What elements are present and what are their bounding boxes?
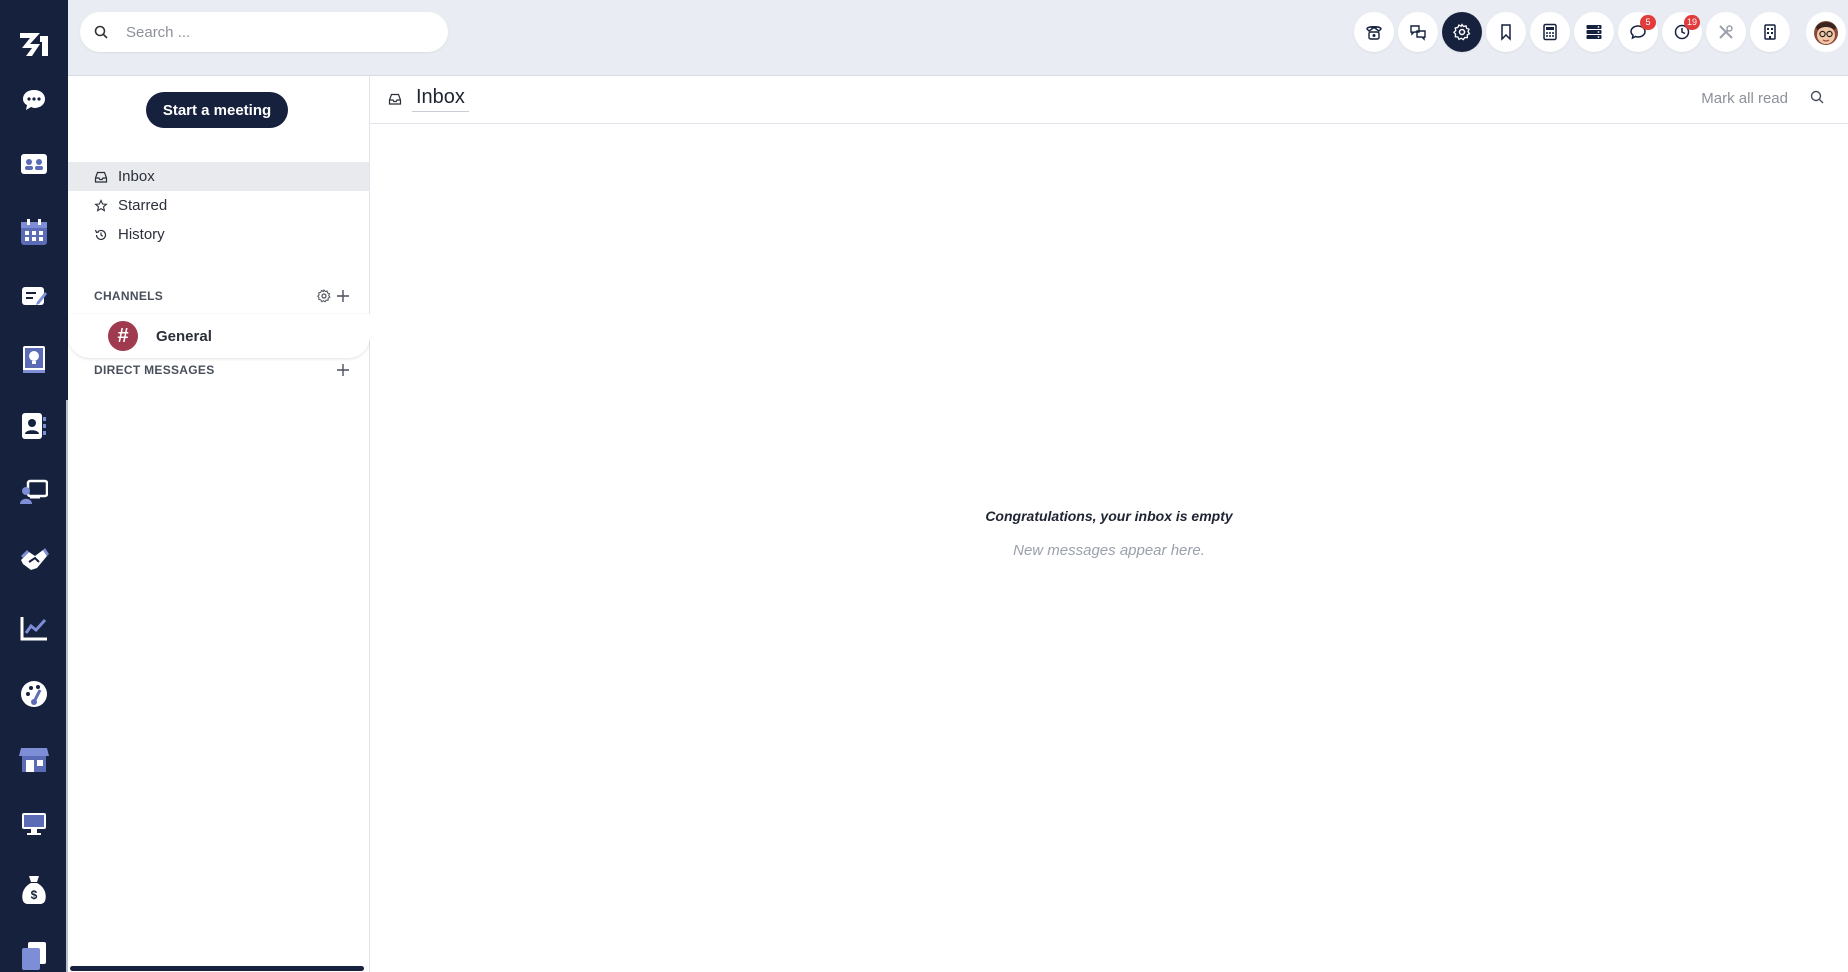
thread-header: Inbox Mark all read (370, 76, 1848, 124)
app-rail: $ (0, 0, 69, 972)
sidebar-item-history[interactable]: History (68, 220, 369, 249)
knowledge-icon[interactable] (18, 344, 50, 376)
direct-messages-section-title: DIRECT MESSAGES (94, 363, 215, 377)
phone-button[interactable] (1354, 12, 1394, 52)
messages-button[interactable]: 5 (1618, 12, 1658, 52)
sidebar-item-label: Starred (118, 197, 168, 214)
main-panel: Inbox Mark all read Congratulations, you… (370, 76, 1848, 972)
sidebar-item-starred[interactable]: Starred (68, 191, 369, 220)
sidebar-item-label: History (118, 226, 165, 243)
handshake-icon[interactable] (18, 544, 50, 576)
server-icon (1586, 25, 1602, 39)
channel-item-general[interactable]: # General (68, 314, 370, 358)
app-logo[interactable] (18, 30, 50, 58)
svg-text:$: $ (31, 888, 38, 902)
sidebar-item-label: Inbox (118, 168, 155, 185)
start-meeting-button[interactable]: Start a meeting (146, 92, 288, 128)
activity-badge: 19 (1683, 15, 1700, 30)
discuss-icon (1410, 25, 1426, 41)
channel-name: General (156, 327, 212, 345)
empty-state-subtitle: New messages appear here. (1013, 542, 1205, 559)
phone-icon (1366, 26, 1382, 40)
messages-badge: 5 (1640, 15, 1656, 30)
add-direct-message-icon[interactable] (334, 361, 352, 379)
store-icon[interactable] (18, 744, 50, 776)
history-icon (94, 229, 107, 240)
calculator-button[interactable] (1530, 12, 1570, 52)
tools-button[interactable] (1706, 12, 1746, 52)
calendar-icon[interactable] (18, 216, 50, 248)
monitor-icon[interactable] (18, 808, 50, 840)
discuss-sidebar: Start a meeting Inbox Starred History CH… (68, 76, 370, 972)
gear-icon (1453, 23, 1471, 41)
search-box[interactable] (80, 12, 448, 52)
user-avatar[interactable] (1806, 12, 1846, 52)
tools-icon (1719, 25, 1733, 39)
search-icon (94, 25, 108, 39)
dashboard-icon[interactable] (18, 678, 50, 710)
search-icon[interactable] (1810, 90, 1824, 104)
contacts-icon[interactable] (18, 410, 50, 442)
server-button[interactable] (1574, 12, 1614, 52)
notes-icon[interactable] (18, 280, 50, 312)
star-icon (94, 198, 108, 212)
search-input[interactable] (126, 23, 426, 41)
sidebar-scrollbar[interactable] (70, 966, 364, 971)
bookmark-button[interactable] (1486, 12, 1526, 52)
activity-button[interactable]: 19 (1662, 12, 1702, 52)
building-icon (1764, 24, 1776, 40)
money-bag-icon[interactable]: $ (18, 874, 50, 906)
page-title[interactable]: Inbox (412, 86, 469, 112)
bookmark-icon (1501, 24, 1511, 41)
channel-settings-icon[interactable] (315, 287, 333, 305)
inbox-icon (94, 171, 108, 183)
inbox-icon (388, 93, 402, 105)
empty-state-title: Congratulations, your inbox is empty (985, 508, 1233, 524)
presentation-icon[interactable] (18, 476, 50, 508)
mark-all-read-button[interactable]: Mark all read (1701, 90, 1788, 107)
add-channel-icon[interactable] (334, 287, 352, 305)
settings-button[interactable] (1442, 12, 1482, 52)
company-button[interactable] (1750, 12, 1790, 52)
channels-section-title: CHANNELS (94, 289, 164, 303)
documents-icon[interactable] (18, 940, 50, 972)
channel-avatar: # (108, 321, 138, 351)
chart-icon[interactable] (18, 612, 50, 644)
meeting-icon[interactable] (18, 148, 50, 180)
chat-icon[interactable] (18, 84, 50, 116)
discuss-button[interactable] (1398, 12, 1438, 52)
calculator-icon (1543, 23, 1557, 41)
sidebar-item-inbox[interactable]: Inbox (68, 162, 369, 191)
top-bar: 5 19 (68, 0, 1848, 76)
